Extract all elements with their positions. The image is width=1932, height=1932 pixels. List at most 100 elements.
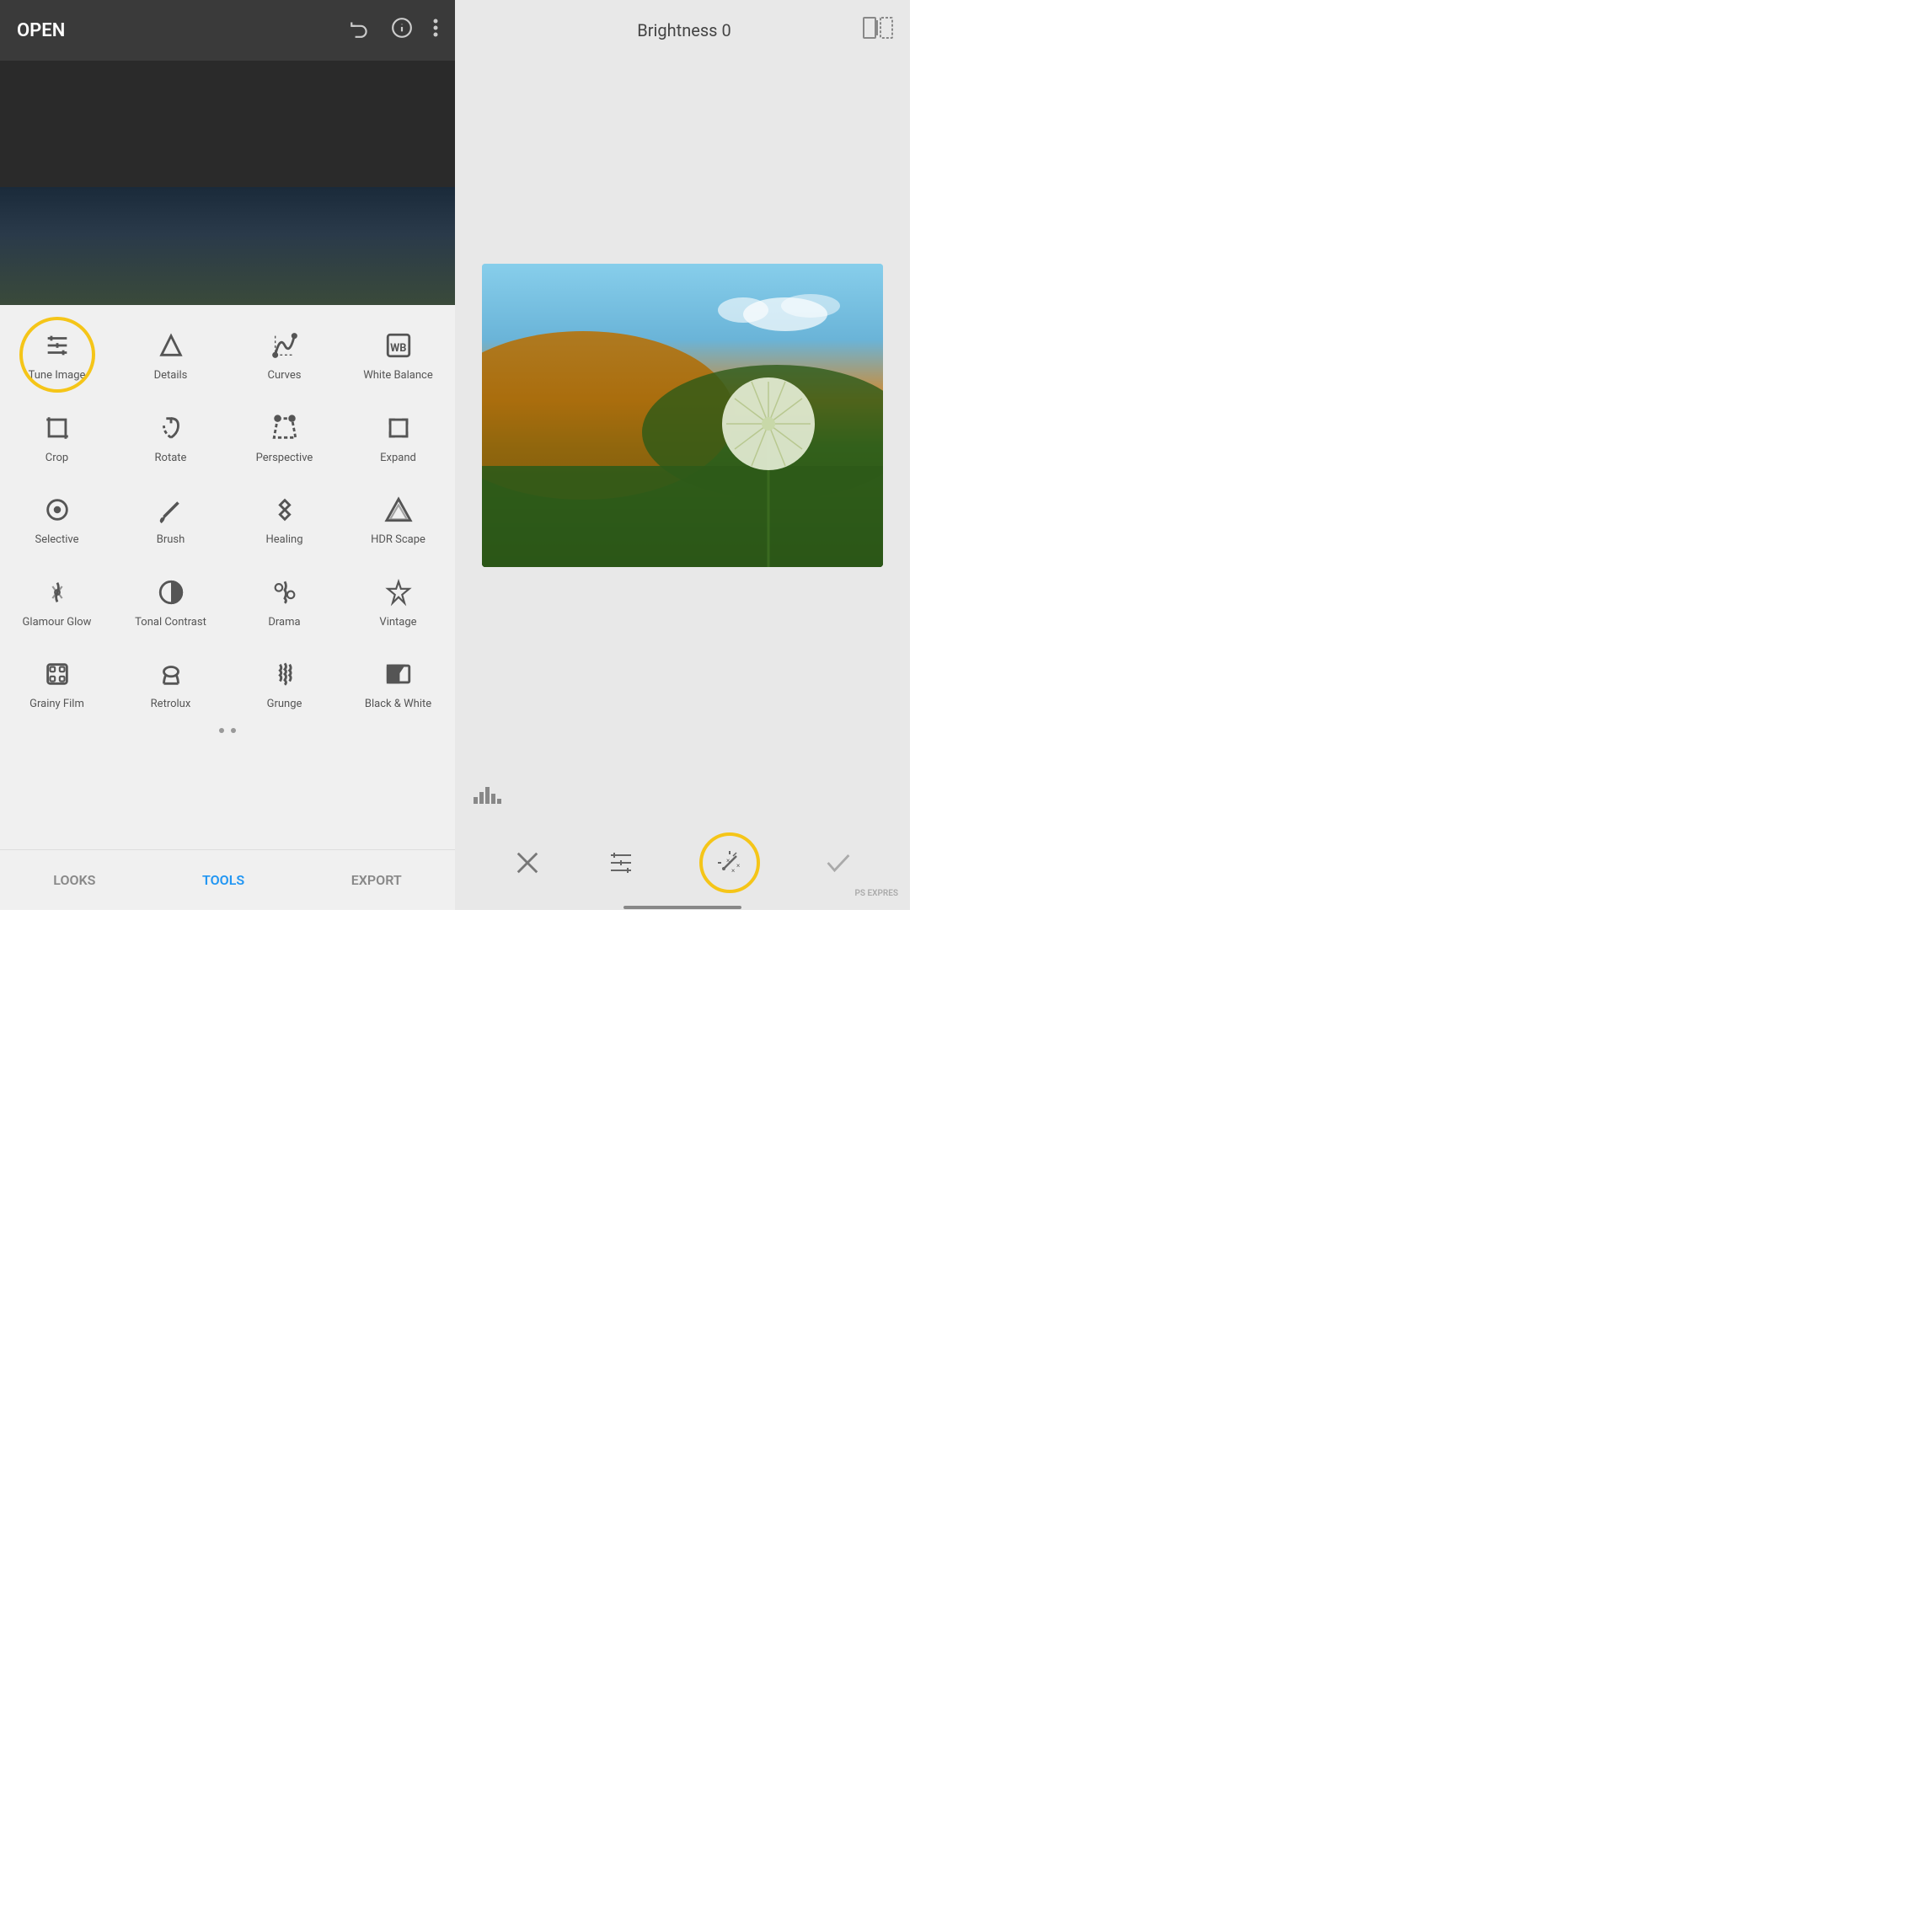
- tool-healing[interactable]: Healing: [227, 483, 341, 555]
- tools-row-3: Selective Brush: [0, 478, 455, 560]
- histogram-area: [455, 770, 910, 821]
- crop-label: Crop: [45, 452, 68, 465]
- tool-expand[interactable]: Expand: [341, 401, 455, 474]
- bw-icon: [380, 656, 417, 693]
- tool-perspective[interactable]: Perspective: [227, 401, 341, 474]
- adjust-button[interactable]: [606, 848, 636, 878]
- expand-icon: [380, 409, 417, 447]
- undo-icon[interactable]: [349, 17, 371, 44]
- main-image: [482, 264, 883, 567]
- selective-icon: [39, 491, 76, 528]
- drama-label: Drama: [268, 616, 300, 629]
- curves-label: Curves: [268, 369, 302, 383]
- nav-tools[interactable]: TOOLS: [185, 865, 261, 895]
- right-panel: Brightness 0: [455, 0, 910, 910]
- header-icons: [349, 17, 438, 44]
- cancel-button[interactable]: [512, 848, 543, 878]
- image-area: [455, 61, 910, 770]
- tool-tonal-contrast[interactable]: Tonal Contrast: [114, 565, 227, 638]
- crop-icon: [39, 409, 76, 447]
- tool-white-balance[interactable]: WB White Balance: [341, 318, 455, 391]
- tool-black-white[interactable]: Black & White: [341, 647, 455, 720]
- tune-image-label: Tune Image: [29, 369, 86, 383]
- info-icon[interactable]: [391, 17, 413, 44]
- svg-text:WB: WB: [390, 342, 406, 355]
- tool-curves[interactable]: Curves: [227, 318, 341, 391]
- more-icon[interactable]: [433, 17, 438, 44]
- tonal-icon: [153, 574, 190, 611]
- tools-row-1: Tune Image Details: [0, 313, 455, 396]
- grainy-label: Grainy Film: [29, 698, 84, 711]
- tool-retrolux[interactable]: Retrolux: [114, 647, 227, 720]
- expand-label: Expand: [380, 452, 416, 465]
- nav-export[interactable]: EXPORT: [334, 865, 419, 895]
- rotate-icon: [153, 409, 190, 447]
- nav-looks[interactable]: LOOKS: [36, 865, 112, 895]
- svg-text:×: ×: [731, 867, 735, 875]
- compare-icon[interactable]: [863, 17, 893, 44]
- tool-hdr-scape[interactable]: HDR Scape: [341, 483, 455, 555]
- magic-wand-button[interactable]: × × ×: [699, 832, 760, 893]
- open-button[interactable]: OPEN: [17, 20, 349, 41]
- tool-rotate[interactable]: Rotate: [114, 401, 227, 474]
- left-header: OPEN: [0, 0, 455, 61]
- tool-vintage[interactable]: Vintage: [341, 565, 455, 638]
- healing-label: Healing: [265, 533, 302, 547]
- more-tools-indicator: [0, 725, 455, 736]
- rotate-label: Rotate: [155, 452, 187, 465]
- tool-brush[interactable]: Brush: [114, 483, 227, 555]
- image-preview: [0, 61, 455, 305]
- perspective-label: Perspective: [256, 452, 313, 465]
- tool-glamour-glow[interactable]: Glamour Glow: [0, 565, 114, 638]
- watermark: PS EXPRES: [855, 889, 899, 898]
- hdr-label: HDR Scape: [371, 533, 425, 547]
- bottom-nav: LOOKS TOOLS EXPORT: [0, 849, 455, 910]
- vintage-label: Vintage: [379, 616, 416, 629]
- preview-placeholder: [0, 187, 455, 305]
- wb-icon: WB: [380, 327, 417, 364]
- grainy-icon: [39, 656, 76, 693]
- histogram-icon: [472, 780, 506, 811]
- wb-label: White Balance: [363, 369, 433, 383]
- vintage-icon: [380, 574, 417, 611]
- glamour-label: Glamour Glow: [23, 616, 92, 629]
- right-header: Brightness 0: [455, 0, 910, 61]
- healing-icon: [266, 491, 303, 528]
- left-panel: OPEN: [0, 0, 455, 910]
- drama-icon: [266, 574, 303, 611]
- curves-icon: [266, 327, 303, 364]
- home-indicator: [455, 905, 910, 910]
- tonal-label: Tonal Contrast: [135, 616, 206, 629]
- retrolux-label: Retrolux: [151, 698, 191, 711]
- bw-label: Black & White: [365, 698, 431, 711]
- bottom-toolbar: × × × PS EXPRES: [455, 821, 910, 905]
- home-bar: [623, 906, 741, 909]
- details-icon: [153, 327, 190, 364]
- perspective-icon: [266, 409, 303, 447]
- brush-label: Brush: [157, 533, 185, 547]
- tools-row-4: Glamour Glow Tonal Contrast: [0, 560, 455, 643]
- tools-row-2: Crop Rotate: [0, 396, 455, 479]
- tool-drama[interactable]: Drama: [227, 565, 341, 638]
- tool-grainy-film[interactable]: Grainy Film: [0, 647, 114, 720]
- glamour-icon: [39, 574, 76, 611]
- confirm-button[interactable]: [823, 848, 854, 878]
- tool-details[interactable]: Details: [114, 318, 227, 391]
- retrolux-icon: [153, 656, 190, 693]
- brightness-title: Brightness 0: [637, 20, 731, 40]
- tool-crop[interactable]: Crop: [0, 401, 114, 474]
- tool-grunge[interactable]: Grunge: [227, 647, 341, 720]
- brush-icon: [153, 491, 190, 528]
- details-label: Details: [154, 369, 188, 383]
- grunge-icon: [266, 656, 303, 693]
- svg-text:×: ×: [726, 857, 730, 864]
- svg-text:×: ×: [736, 862, 740, 870]
- tool-selective[interactable]: Selective: [0, 483, 114, 555]
- grunge-label: Grunge: [267, 698, 302, 711]
- hdr-icon: [380, 491, 417, 528]
- tools-row-5: Grainy Film Retrolux: [0, 642, 455, 725]
- tools-grid: Tune Image Details: [0, 305, 455, 849]
- selective-label: Selective: [35, 533, 79, 547]
- tune-image-icon: [39, 327, 76, 364]
- tool-tune-image[interactable]: Tune Image: [0, 318, 114, 391]
